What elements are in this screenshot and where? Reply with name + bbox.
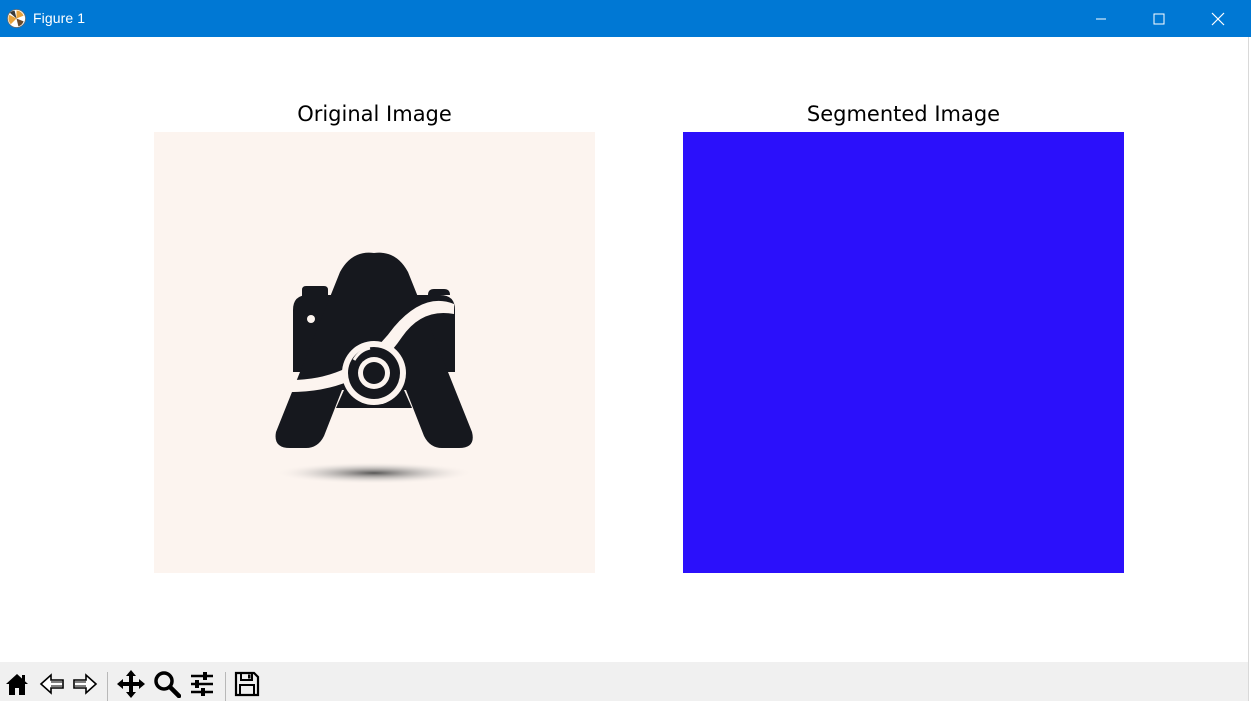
app-icon [7, 9, 26, 28]
toolbar-separator [107, 672, 108, 701]
back-button[interactable] [35, 667, 69, 701]
original-image-title: Original Image [297, 102, 452, 126]
segmented-image [683, 132, 1124, 573]
window-titlebar: Figure 1 [0, 0, 1251, 37]
pan-button[interactable] [114, 667, 148, 701]
navigation-toolbar [0, 662, 1248, 701]
save-icon [234, 671, 260, 697]
configure-subplots-icon [191, 672, 213, 696]
save-button[interactable] [230, 667, 264, 701]
maximize-button[interactable] [1130, 0, 1188, 37]
configure-subplots-button[interactable] [185, 667, 219, 701]
back-icon [39, 673, 64, 695]
pan-icon [117, 670, 145, 698]
segmented-image-title: Segmented Image [806, 102, 1001, 126]
forward-button[interactable] [68, 667, 102, 701]
close-button[interactable] [1189, 0, 1247, 37]
close-icon [1211, 12, 1225, 25]
camera-logo-icon [274, 252, 474, 484]
home-icon [6, 674, 28, 695]
home-button[interactable] [0, 667, 34, 701]
forward-icon [73, 673, 98, 695]
original-image [154, 132, 595, 573]
minimize-icon [1096, 18, 1106, 19]
minimize-button[interactable] [1072, 0, 1130, 37]
zoom-button[interactable] [150, 667, 184, 701]
window-title: Figure 1 [33, 10, 86, 26]
maximize-icon [1153, 13, 1165, 24]
toolbar-separator [225, 672, 226, 701]
zoom-icon [154, 671, 181, 698]
